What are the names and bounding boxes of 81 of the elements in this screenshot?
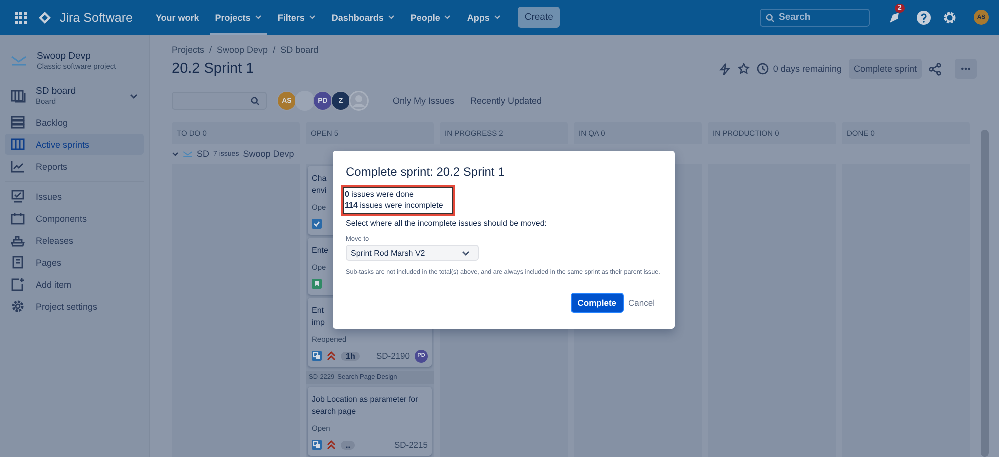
lightning-icon[interactable] [719,62,732,76]
days-remaining: 0 days remaining [773,64,842,74]
sidebar-item[interactable]: Project settings [5,296,144,317]
breadcrumb-link[interactable]: Projects [172,45,205,55]
issue-count: 0 issues were done [345,189,415,200]
nav-menu-item[interactable]: Dashboards [326,0,400,35]
issue-key[interactable]: SD-2190 [376,351,410,361]
issue-count: 114 issues were incomplete [345,200,444,211]
line-chart-icon [11,160,25,173]
sidebar-item[interactable]: Issues [5,186,144,207]
stack-icon [11,116,25,129]
sidebar-item[interactable]: Active sprints [5,134,144,155]
breadcrumb-separator: / [273,45,276,55]
nav-menu-item[interactable]: Apps [462,0,506,35]
columns-icon [11,138,25,151]
issue-summary: Cha envi [312,173,327,197]
board-icon [11,90,26,102]
settings-icon [11,300,25,313]
cancel-button[interactable]: Cancel [626,294,657,312]
quick-filter[interactable]: Recently Updated [462,96,550,106]
sidebar-item[interactable]: Reports [5,156,144,177]
project-icon [183,150,193,158]
sidebar-item[interactable]: Components [5,208,144,229]
add-page-icon [11,278,25,291]
issue-summary: Ent imp [312,305,325,329]
issue-summary: Ente [312,245,328,257]
calendar-icon [11,212,25,225]
more-dots-icon [961,67,971,71]
quick-filter[interactable]: Only My Issues [385,96,463,106]
search-icon [251,96,260,106]
sidebar-item[interactable]: Add item [5,274,144,295]
breadcrumb-link[interactable]: SD board [280,45,319,55]
breadcrumb-separator: / [210,45,212,55]
sidebar-item[interactable]: Releases [5,230,144,251]
nav-menu-item[interactable]: Filters [272,0,321,35]
nav-menu-item[interactable]: People [406,0,456,35]
story-icon [312,279,322,289]
sidebar-item[interactable]: Backlog [5,112,144,133]
settings-icon[interactable] [943,10,957,24]
sprint-title: 20.2 Sprint 1 [172,61,254,77]
issue-key[interactable]: SD-2215 [394,440,428,450]
complete-sprint-button[interactable]: Complete sprint [848,59,922,79]
star-icon[interactable] [738,63,750,75]
move-prompt: Select where all the incomplete issues should be moved: [346,219,547,228]
subtask-icon [312,440,322,450]
subtask-icon [312,351,322,361]
breadcrumb-link[interactable]: Swoop Devp [217,45,268,55]
swimlane-key: SD [197,149,210,159]
create-button[interactable]: Create [518,7,560,28]
project-name[interactable]: Swoop Devp [37,51,116,62]
project-icon [11,56,27,66]
share-icon[interactable] [929,62,942,76]
search-icon [766,14,775,22]
sidebar-item[interactable]: Pages [5,252,144,273]
board-search-field[interactable] [172,92,267,110]
scrollbar[interactable] [981,130,989,457]
page-icon [11,256,25,269]
app-grid-icon[interactable] [15,12,27,24]
clock-icon [757,63,770,75]
help-icon[interactable] [917,10,931,24]
nav-menu-item[interactable]: Projects [210,0,267,35]
logo-icon [39,12,51,24]
chevron-down-icon[interactable] [130,94,138,98]
estimate-badge: .. [341,440,356,450]
task-icon [312,219,322,229]
estimate-badge: 1h [341,352,360,360]
chevron-down-icon[interactable] [172,152,179,156]
chevron-down-icon [462,250,470,256]
monitor-icon [11,190,25,203]
swimlane-name: Swoop Devp [243,149,294,159]
search-field[interactable]: Search [760,8,870,26]
product-name[interactable]: Jira Software [60,10,133,24]
complete-button[interactable]: Complete [570,293,624,313]
dialog-title: Complete sprint: 20.2 Sprint 1 [346,165,505,179]
sprint-select[interactable]: Sprint Rod Marsh V2 [346,245,479,261]
ship-icon [11,234,25,247]
board-name[interactable]: SD board [36,86,76,97]
notification-icon[interactable] [888,10,902,24]
more-button[interactable] [955,59,977,79]
nav-menu-item[interactable]: Your work [150,0,204,35]
issue-summary: Job Location as parameter for search page [312,394,418,418]
